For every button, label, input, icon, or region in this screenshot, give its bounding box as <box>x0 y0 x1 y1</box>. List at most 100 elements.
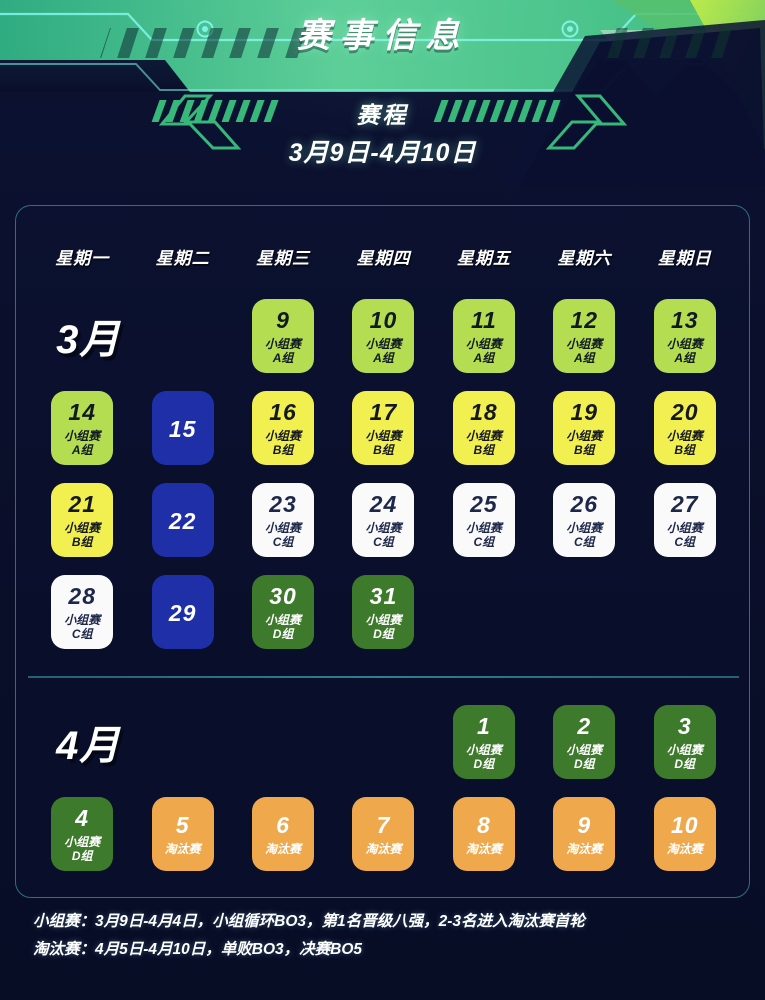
day-cell-28[interactable]: 28 小组赛 C组 <box>51 575 114 649</box>
day-cell-10[interactable]: 10 小组赛 A组 <box>352 299 415 373</box>
day-cell-9[interactable]: 9 淘汰赛 <box>553 797 616 871</box>
day-cell-13[interactable]: 13 小组赛 A组 <box>653 299 716 373</box>
day-cell-17[interactable]: 17 小组赛 B组 <box>352 391 415 465</box>
day-group-label: C组 <box>573 535 595 549</box>
day-stage-label: 小组赛 <box>566 742 603 757</box>
day-cell-6[interactable]: 6 淘汰赛 <box>252 797 315 871</box>
week-row: 21 小组赛 B组 22 23 小组赛 C组 24 小组赛 C组 25 小组赛 C组 26 小组赛 C组 27 小… <box>32 474 735 566</box>
day-cell-25[interactable]: 25 小组赛 C组 <box>452 483 515 557</box>
day-cell-29[interactable]: 29 <box>151 575 214 649</box>
day-cell-9[interactable]: 9 小组赛 A组 <box>252 299 315 373</box>
empty-slot <box>132 290 232 382</box>
day-cell-12[interactable]: 12 小组赛 A组 <box>553 299 616 373</box>
day-cell-27[interactable]: 27 小组赛 C组 <box>653 483 716 557</box>
day-cell-23[interactable]: 23 小组赛 C组 <box>252 483 315 557</box>
day-number: 30 <box>269 582 297 609</box>
day-group-label: C组 <box>272 535 294 549</box>
day-number: 8 <box>476 811 491 838</box>
day-cell-26[interactable]: 26 小组赛 C组 <box>553 483 616 557</box>
day-group-label: C组 <box>373 535 394 549</box>
weekday-header-4: 星期四 <box>356 249 411 268</box>
day-cell-slot: 24 小组赛 C组 <box>333 474 433 566</box>
day-cell-slot: 31 小组赛 D组 <box>333 566 433 658</box>
empty-slot <box>233 696 333 788</box>
day-cell-slot: 2 小组赛 D组 <box>534 696 634 788</box>
empty-slot <box>635 566 735 658</box>
day-cell-5[interactable]: 5 淘汰赛 <box>151 797 214 871</box>
day-cell-slot: 9 小组赛 A组 <box>233 290 333 382</box>
day-cell-slot: 22 <box>132 474 232 566</box>
day-cell-20[interactable]: 20 小组赛 B组 <box>653 391 716 465</box>
day-stage-label: 淘汰赛 <box>666 841 703 856</box>
day-cell-slot: 10 小组赛 A组 <box>333 290 433 382</box>
day-group-label: B组 <box>674 443 696 457</box>
day-group-label: A组 <box>674 351 696 365</box>
day-cell-8[interactable]: 8 淘汰赛 <box>452 797 515 871</box>
day-number: 17 <box>369 398 398 425</box>
day-cell-1[interactable]: 1 小组赛 D组 <box>452 705 515 779</box>
footer-line-2: 淘汰赛：4月5日-4月10日，单败BO3，决赛BO5 <box>33 941 363 958</box>
day-number: 12 <box>570 306 599 333</box>
page-root: 赛事信息 赛程 3月9日-4月10日 星期一 星期二 星期三 星期四 星期五 星期六 星期日… <box>0 0 765 1000</box>
day-cell-16[interactable]: 16 小组赛 B组 <box>252 391 315 465</box>
day-stage-label: 小组赛 <box>265 520 302 535</box>
day-number: 31 <box>369 582 398 609</box>
day-cell-7[interactable]: 7 淘汰赛 <box>352 797 415 871</box>
day-cell-21[interactable]: 21 小组赛 B组 <box>51 483 114 557</box>
weekday-header-6: 星期六 <box>557 249 612 268</box>
day-cell-slot: 30 小组赛 D组 <box>233 566 333 658</box>
day-cell-slot: 28 小组赛 C组 <box>32 566 132 658</box>
day-cell-14[interactable]: 14 小组赛 A组 <box>51 391 114 465</box>
weekday-header-row: 星期一 星期二 星期三 星期四 星期五 星期六 星期日 <box>32 244 735 269</box>
day-number: 5 <box>175 811 190 838</box>
day-cell-2[interactable]: 2 小组赛 D组 <box>553 705 616 779</box>
day-group-label: A组 <box>473 351 495 365</box>
day-cell-15[interactable]: 15 <box>151 391 214 465</box>
day-cell-slot: 18 小组赛 B组 <box>434 382 534 474</box>
day-number: 29 <box>168 599 197 626</box>
day-group-label: C组 <box>674 535 696 549</box>
day-cell-3[interactable]: 3 小组赛 D组 <box>653 705 716 779</box>
empty-slot <box>434 566 534 658</box>
day-cell-22[interactable]: 22 <box>151 483 214 557</box>
day-cell-11[interactable]: 11 小组赛 A组 <box>452 299 515 373</box>
day-stage-label: 小组赛 <box>64 612 101 627</box>
day-cell-slot: 11 小组赛 A组 <box>434 290 534 382</box>
month-grid-march: 3月 9 小组赛 A组 10 小组赛 A组 11 小组赛 A组 12 小组赛 A组 13 小组赛 A组 14 小组… <box>32 290 735 658</box>
day-cell-24[interactable]: 24 小组赛 C组 <box>352 483 415 557</box>
day-number: 20 <box>670 398 699 425</box>
empty-slot <box>333 696 433 788</box>
day-group-label: D组 <box>573 757 595 771</box>
day-stage-label: 小组赛 <box>666 428 703 443</box>
day-group-label: A组 <box>71 443 93 457</box>
day-cell-slot: 7 淘汰赛 <box>333 788 433 880</box>
day-cell-31[interactable]: 31 小组赛 D组 <box>352 575 415 649</box>
day-number: 24 <box>369 490 398 517</box>
day-stage-label: 小组赛 <box>365 612 402 627</box>
day-stage-label: 小组赛 <box>265 612 302 627</box>
day-number: 23 <box>269 490 297 517</box>
day-number: 1 <box>476 712 491 739</box>
day-cell-slot: 29 <box>132 566 232 658</box>
day-stage-label: 小组赛 <box>465 428 502 443</box>
day-stage-label: 淘汰赛 <box>365 841 402 856</box>
day-cell-30[interactable]: 30 小组赛 D组 <box>252 575 315 649</box>
day-group-label: A组 <box>573 351 595 365</box>
day-group-label: D组 <box>373 627 394 641</box>
month-label: 4月 <box>56 724 121 768</box>
month-grid-april: 4月 1 小组赛 D组 2 小组赛 D组 3 小组赛 D组 4 小组赛 D组 5 淘汰赛 6 淘汰赛 7 淘汰赛 8 淘… <box>32 696 735 880</box>
day-cell-19[interactable]: 19 小组赛 B组 <box>553 391 616 465</box>
weekday-header-2: 星期二 <box>155 249 210 268</box>
schedule-subtitle: 赛程 <box>356 102 409 128</box>
day-cell-10[interactable]: 10 淘汰赛 <box>653 797 716 871</box>
day-stage-label: 小组赛 <box>64 834 101 849</box>
day-cell-18[interactable]: 18 小组赛 B组 <box>452 391 515 465</box>
calendar-panel: 星期一 星期二 星期三 星期四 星期五 星期六 星期日 3月 9 小组赛 A组 10 小组赛 A组 11 小… <box>15 205 750 898</box>
day-stage-label: 淘汰赛 <box>265 841 302 856</box>
day-number: 16 <box>269 398 297 425</box>
week-row: 28 小组赛 C组 29 30 小组赛 D组 31 小组赛 D组 <box>32 566 735 658</box>
day-cell-4[interactable]: 4 小组赛 D组 <box>51 797 114 871</box>
day-cell-slot: 21 小组赛 B组 <box>32 474 132 566</box>
day-number: 4 <box>75 804 90 831</box>
day-stage-label: 小组赛 <box>365 336 402 351</box>
